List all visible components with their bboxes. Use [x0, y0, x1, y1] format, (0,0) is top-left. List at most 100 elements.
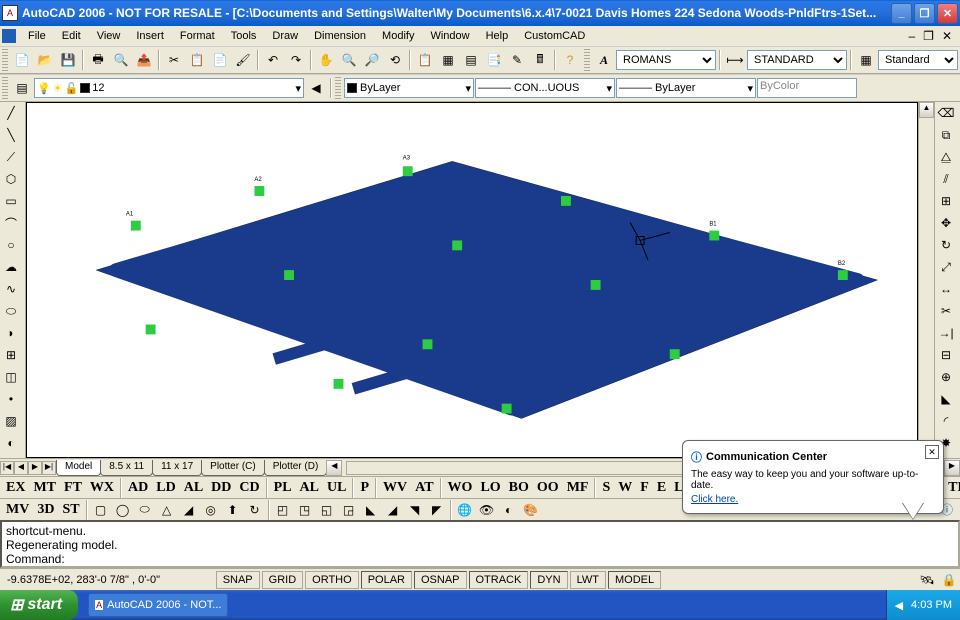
- torus-button[interactable]: ◎: [200, 499, 222, 521]
- menu-file[interactable]: File: [20, 28, 54, 44]
- tab-plotter-d[interactable]: Plotter (D): [264, 460, 328, 476]
- system-tray[interactable]: ◀ 4:03 PM: [886, 590, 960, 620]
- txt-e[interactable]: E: [653, 480, 670, 496]
- txt-al2[interactable]: AL: [296, 480, 323, 496]
- tab-11x17[interactable]: 11 x 17: [152, 460, 202, 476]
- pan-button[interactable]: ✋: [315, 49, 337, 71]
- txt-ft[interactable]: FT: [60, 480, 86, 496]
- status-ortho[interactable]: ORTHO: [305, 571, 359, 589]
- view-iso-se-button[interactable]: ◢: [382, 499, 404, 521]
- txt-at[interactable]: AT: [411, 480, 437, 496]
- help-button[interactable]: ?: [559, 49, 581, 71]
- txt-mf[interactable]: MF: [563, 480, 593, 496]
- txt-f[interactable]: F: [636, 480, 653, 496]
- menu-edit[interactable]: Edit: [54, 28, 89, 44]
- box-button[interactable]: ▢: [90, 499, 112, 521]
- menu-insert[interactable]: Insert: [128, 28, 172, 44]
- view-iso-nw-button[interactable]: ◤: [426, 499, 448, 521]
- cylinder-button[interactable]: ⬭: [134, 499, 156, 521]
- cone-button[interactable]: △: [156, 499, 178, 521]
- dimstyle-combo[interactable]: Standard: [878, 50, 958, 70]
- grip[interactable]: [2, 49, 8, 71]
- menu-help[interactable]: Help: [478, 28, 517, 44]
- txt-dd[interactable]: DD: [207, 480, 235, 496]
- plot-button[interactable]: 🖶: [87, 49, 109, 71]
- menu-view[interactable]: View: [89, 28, 129, 44]
- txt-ex[interactable]: EX: [2, 480, 29, 496]
- gradient-button[interactable]: ◐: [0, 432, 22, 454]
- undo-button[interactable]: ↶: [262, 49, 284, 71]
- view-iso-ne-button[interactable]: ◥: [404, 499, 426, 521]
- sphere-button[interactable]: ◯: [112, 499, 134, 521]
- circle-button[interactable]: ○: [0, 234, 22, 256]
- minimize-button[interactable]: _: [891, 3, 912, 24]
- polygon-button[interactable]: ⬡: [0, 168, 22, 190]
- color-combo[interactable]: ByLayer ▾: [344, 78, 474, 98]
- new-button[interactable]: 📄: [11, 49, 33, 71]
- start-button[interactable]: ⊞start: [0, 590, 78, 620]
- lock-icon[interactable]: 🔒: [938, 569, 960, 591]
- view-tl-button[interactable]: ◰: [272, 499, 294, 521]
- comm-center-icon[interactable]: 🛰: [916, 569, 938, 591]
- scroll-up-button[interactable]: ▲: [919, 102, 934, 118]
- publish-button[interactable]: 📤: [133, 49, 155, 71]
- mdi-minimize[interactable]: –: [904, 29, 919, 43]
- txt-mt[interactable]: MT: [29, 480, 60, 496]
- move-button[interactable]: ✥: [935, 212, 957, 234]
- ellipsearc-button[interactable]: ◗: [0, 322, 22, 344]
- zoom-prev-button[interactable]: ⟲: [384, 49, 406, 71]
- 3dorbit-button[interactable]: 🌐: [454, 499, 476, 521]
- menu-format[interactable]: Format: [172, 28, 223, 44]
- render-button[interactable]: 🎨: [520, 499, 542, 521]
- dimstyle-icon[interactable]: ⟼: [724, 49, 746, 71]
- revolve-button[interactable]: ↻: [244, 499, 266, 521]
- mdi-close[interactable]: ✕: [938, 29, 956, 43]
- txt-s[interactable]: S: [598, 480, 614, 496]
- status-model[interactable]: MODEL: [608, 571, 661, 589]
- trim-button[interactable]: ✂: [935, 300, 957, 322]
- grip[interactable]: [335, 77, 341, 99]
- txt-wo[interactable]: WO: [444, 480, 477, 496]
- copy-button[interactable]: 📋: [186, 49, 208, 71]
- close-button[interactable]: ✕: [937, 3, 958, 24]
- font-combo[interactable]: ROMANS: [616, 50, 716, 70]
- view-br-button[interactable]: ◲: [338, 499, 360, 521]
- txt-ad[interactable]: AD: [124, 480, 152, 496]
- mdi-restore[interactable]: ❐: [919, 29, 938, 43]
- txt-ld[interactable]: LD: [152, 480, 179, 496]
- layer-prev-button[interactable]: ◀: [305, 77, 327, 99]
- drawing-area[interactable]: A1A2A3 B1B2: [26, 102, 918, 458]
- scale-button[interactable]: ⤢: [935, 256, 957, 278]
- popup-close-button[interactable]: ✕: [925, 445, 939, 459]
- status-osnap[interactable]: OSNAP: [414, 571, 467, 589]
- zoom-rt-button[interactable]: 🔍: [338, 49, 360, 71]
- txt-w[interactable]: W: [614, 480, 636, 496]
- menu-draw[interactable]: Draw: [264, 28, 306, 44]
- tab-next[interactable]: ▶: [28, 461, 42, 475]
- txt-3d[interactable]: 3D: [33, 502, 58, 518]
- properties-button[interactable]: 📋: [414, 49, 436, 71]
- tablestyle-icon[interactable]: ▦: [855, 49, 877, 71]
- tab-plotter-c[interactable]: Plotter (C): [201, 460, 265, 476]
- extrude-button[interactable]: ⬆: [222, 499, 244, 521]
- pline-button[interactable]: ⟋: [0, 146, 22, 168]
- mirror-button[interactable]: ⧋: [935, 146, 957, 168]
- status-lwt[interactable]: LWT: [570, 571, 606, 589]
- copy-obj-button[interactable]: ⧉: [935, 124, 957, 146]
- tab-85x11[interactable]: 8.5 x 11: [100, 460, 153, 476]
- extend-button[interactable]: →|: [935, 322, 957, 344]
- textstyle-icon[interactable]: A: [593, 49, 615, 71]
- txt-wv[interactable]: WV: [379, 480, 411, 496]
- txt-cd[interactable]: CD: [235, 480, 263, 496]
- menu-modify[interactable]: Modify: [374, 28, 422, 44]
- save-button[interactable]: 💾: [57, 49, 79, 71]
- txt-al[interactable]: AL: [180, 480, 207, 496]
- tray-icon[interactable]: ◀: [895, 599, 903, 612]
- grip[interactable]: [584, 49, 590, 71]
- fillet-button[interactable]: ◜: [935, 410, 957, 432]
- point-button[interactable]: •: [0, 388, 22, 410]
- line-button[interactable]: ╱: [0, 102, 22, 124]
- rotate-button[interactable]: ↻: [935, 234, 957, 256]
- array-button[interactable]: ⊞: [935, 190, 957, 212]
- block-button[interactable]: ◫: [0, 366, 22, 388]
